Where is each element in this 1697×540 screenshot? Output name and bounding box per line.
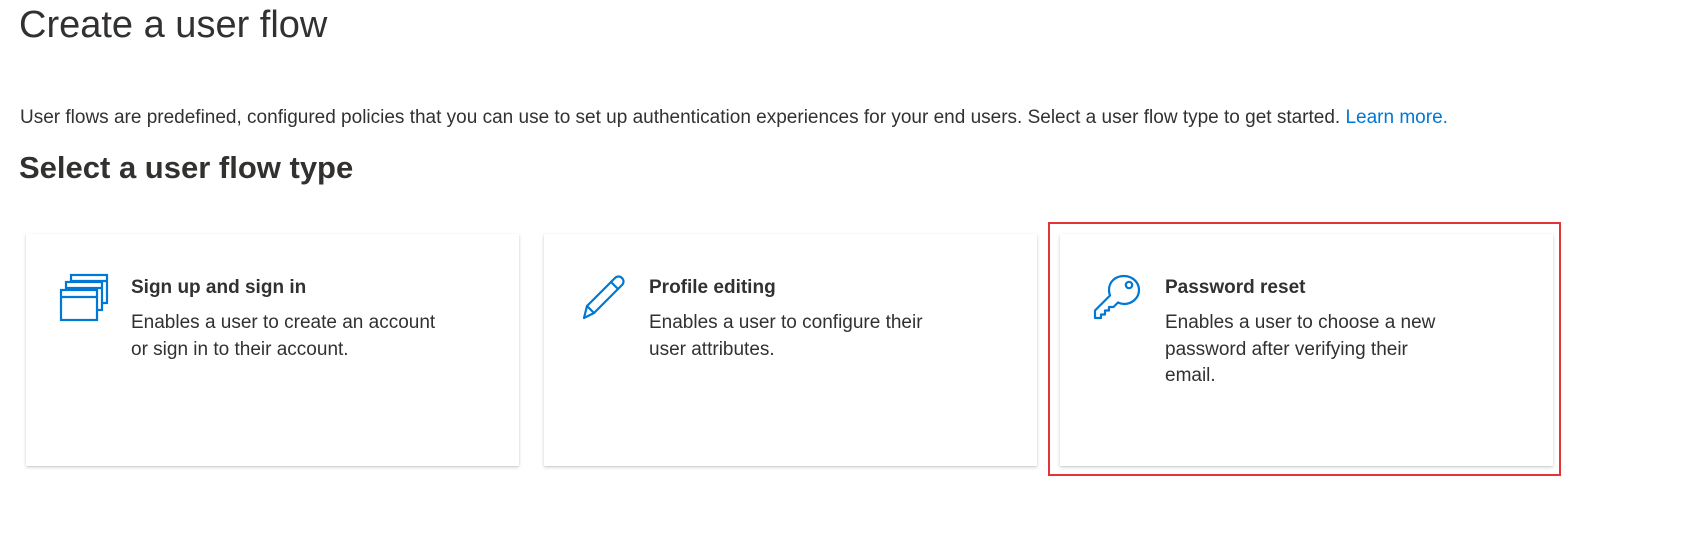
user-flow-card-profile-editing[interactable]: Profile editing Enables a user to config… [544, 234, 1037, 466]
card-description: Enables a user to configure their user a… [649, 312, 923, 360]
intro-text: User flows are predefined, configured po… [20, 105, 1448, 131]
user-flow-card-password-reset[interactable]: Password reset Enables a user to choose … [1060, 234, 1553, 466]
user-flow-card-sign-up-sign-in[interactable]: Sign up and sign in Enables a user to cr… [26, 234, 519, 466]
page-title: Create a user flow [19, 4, 328, 46]
card-title: Sign up and sign in [131, 277, 307, 298]
card-description: Enables a user to choose a new password … [1165, 312, 1436, 386]
section-title: Select a user flow type [19, 150, 354, 185]
card-description: Enables a user to create an account or s… [131, 312, 436, 360]
intro-description: User flows are predefined, configured po… [20, 107, 1341, 128]
key-icon [1092, 272, 1144, 324]
learn-more-link[interactable]: Learn more. [1345, 107, 1447, 128]
windows-icon [58, 272, 110, 324]
pencil-icon [576, 272, 628, 324]
card-title: Password reset [1165, 277, 1306, 298]
card-title: Profile editing [649, 277, 776, 298]
